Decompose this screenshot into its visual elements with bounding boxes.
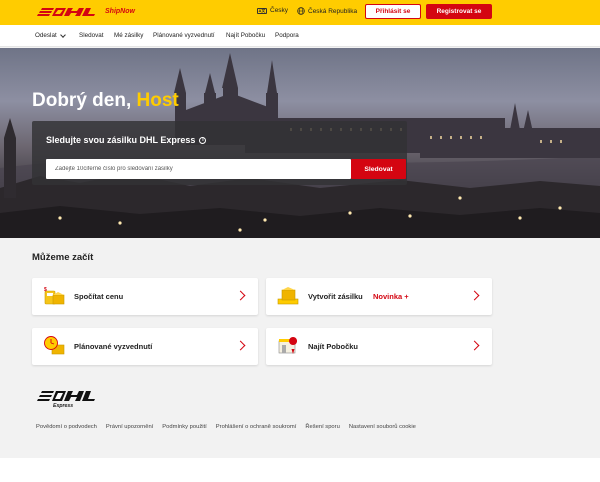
price-calculator-icon: $ (44, 287, 65, 305)
create-shipment-icon (277, 287, 299, 305)
footer-link-disputes[interactable]: Řešení sporu (305, 424, 339, 430)
nav-item-label: Plánované vyzvednutí (153, 32, 215, 39)
nav-item-track[interactable]: Sledovat (79, 32, 104, 39)
greeting-text: Dobrý den, (32, 90, 132, 111)
card-label: Vytvořit zásilku (308, 292, 363, 301)
new-badge: Novinka + (373, 292, 409, 301)
username: Host (136, 90, 179, 111)
footer-link-privacy[interactable]: Prohlášení o ochraně soukromí (216, 424, 297, 430)
footer-link-cookies[interactable]: Nastavení souborů cookie (349, 424, 416, 430)
language-selector[interactable]: A文 Česky (257, 7, 288, 14)
info-icon[interactable]: i (199, 136, 207, 144)
dhl-logo[interactable] (32, 7, 100, 17)
footer-link-legal[interactable]: Právní upozornění (106, 424, 153, 430)
hero-banner: Dobrý den, Host Sledujte svou zásilku DH… (0, 48, 600, 238)
top-header: ShipNow A文 Česky Česká Republika Přihlás… (0, 0, 600, 25)
login-button[interactable]: Přihlásit se (365, 4, 421, 19)
footer-link-terms[interactable]: Podmínky použití (162, 424, 206, 430)
footer-link-fraud[interactable]: Povědomí o podvodech (36, 424, 97, 430)
shipnow-label: ShipNow (105, 8, 135, 15)
section-title: Můžeme začít (32, 252, 94, 263)
chevron-down-icon (59, 31, 66, 38)
footer-dhl-logo[interactable] (32, 390, 100, 402)
chevron-right-icon (235, 290, 246, 301)
card-create-shipment[interactable]: Vytvořit zásilku Novinka + (266, 278, 492, 315)
country-label: Česká Republika (308, 7, 358, 15)
svg-text:$: $ (44, 287, 47, 293)
scheduled-pickup-icon (44, 336, 65, 355)
card-label: Spočítat cenu (74, 292, 124, 301)
card-scheduled-pickup[interactable]: Plánované vyzvednutí (32, 328, 258, 365)
nav-item-label: Sledovat (79, 32, 104, 39)
language-icon: A文 (257, 7, 267, 14)
nav-item-label: Podpora (275, 32, 299, 39)
card-find-location[interactable]: Najít Pobočku (266, 328, 492, 365)
nav-item-label: Odeslat (35, 32, 57, 39)
nav-item-my-shipments[interactable]: Mé zásilky (114, 32, 143, 39)
country-selector[interactable]: Česká Republika (297, 7, 357, 15)
tracking-title-text: Sledujte svou zásilku DHL Express (46, 135, 196, 145)
tracking-title: Sledujte svou zásilku DHL Express i (46, 135, 207, 145)
nav-item-support[interactable]: Podpora (275, 32, 299, 39)
tracking-panel: Sledujte svou zásilku DHL Express i Sled… (32, 121, 407, 185)
chevron-right-icon (469, 290, 480, 301)
nav-item-scheduled-pickup[interactable]: Plánované vyzvednutí (153, 32, 215, 39)
nav-item-send[interactable]: Odeslat (35, 31, 66, 39)
chevron-right-icon (235, 340, 246, 351)
greeting-heading: Dobrý den, Host (32, 90, 179, 112)
find-location-icon (278, 337, 298, 354)
card-label: Plánované vyzvednutí (74, 342, 153, 351)
footer-links: Povědomí o podvodech Právní upozornění P… (36, 424, 425, 430)
nav-item-find-location[interactable]: Najít Pobočku (226, 32, 265, 39)
globe-icon (297, 7, 305, 15)
track-button[interactable]: Sledovat (351, 159, 406, 179)
language-label: Česky (270, 7, 289, 14)
tracking-number-input[interactable] (46, 159, 351, 179)
nav-item-label: Najít Pobočku (226, 32, 266, 39)
footer-express-label: Express (53, 403, 74, 409)
register-button[interactable]: Registrovat se (426, 4, 492, 19)
page-bottom-area (0, 458, 600, 482)
nav-item-label: Mé zásilky (114, 32, 144, 39)
main-nav: Odeslat Sledovat Mé zásilky Plánované vy… (0, 25, 600, 47)
card-calculate-price[interactable]: $ Spočítat cenu (32, 278, 258, 315)
chevron-right-icon (469, 340, 480, 351)
card-label: Najít Pobočku (308, 342, 359, 351)
